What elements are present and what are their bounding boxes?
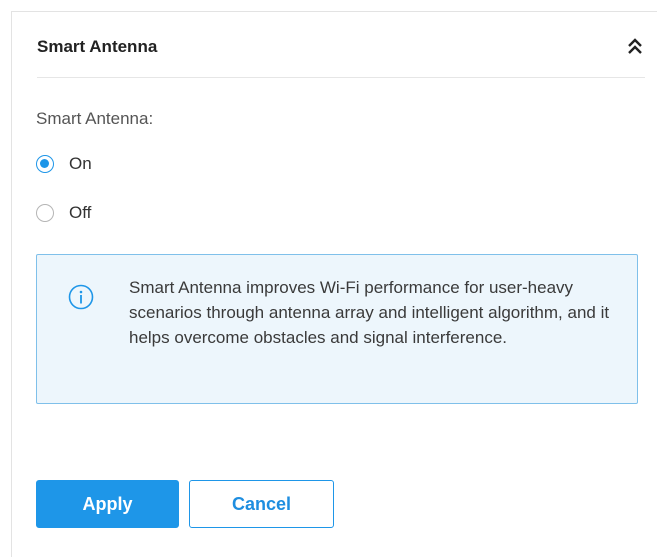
collapse-button[interactable] — [623, 33, 647, 61]
cancel-button[interactable]: Cancel — [189, 480, 334, 528]
radio-label-off: Off — [69, 203, 92, 222]
section-header: Smart Antenna — [37, 33, 645, 78]
radio-option-on[interactable]: On — [36, 152, 92, 176]
info-circle-icon — [68, 284, 94, 310]
radio-label-on: On — [69, 154, 92, 173]
radio-button-on[interactable] — [36, 155, 54, 173]
info-box: Smart Antenna improves Wi-Fi performance… — [36, 254, 638, 404]
double-chevron-up-icon — [628, 38, 642, 54]
info-text: Smart Antenna improves Wi-Fi performance… — [129, 278, 610, 347]
smart-antenna-field-label: Smart Antenna: — [36, 109, 154, 128]
radio-button-off[interactable] — [36, 204, 54, 222]
section-title: Smart Antenna — [37, 37, 158, 56]
radio-option-off[interactable]: Off — [36, 201, 91, 225]
apply-button[interactable]: Apply — [36, 480, 179, 528]
smart-antenna-panel: Smart Antenna Smart Antenna: On Off Smar… — [11, 11, 657, 557]
